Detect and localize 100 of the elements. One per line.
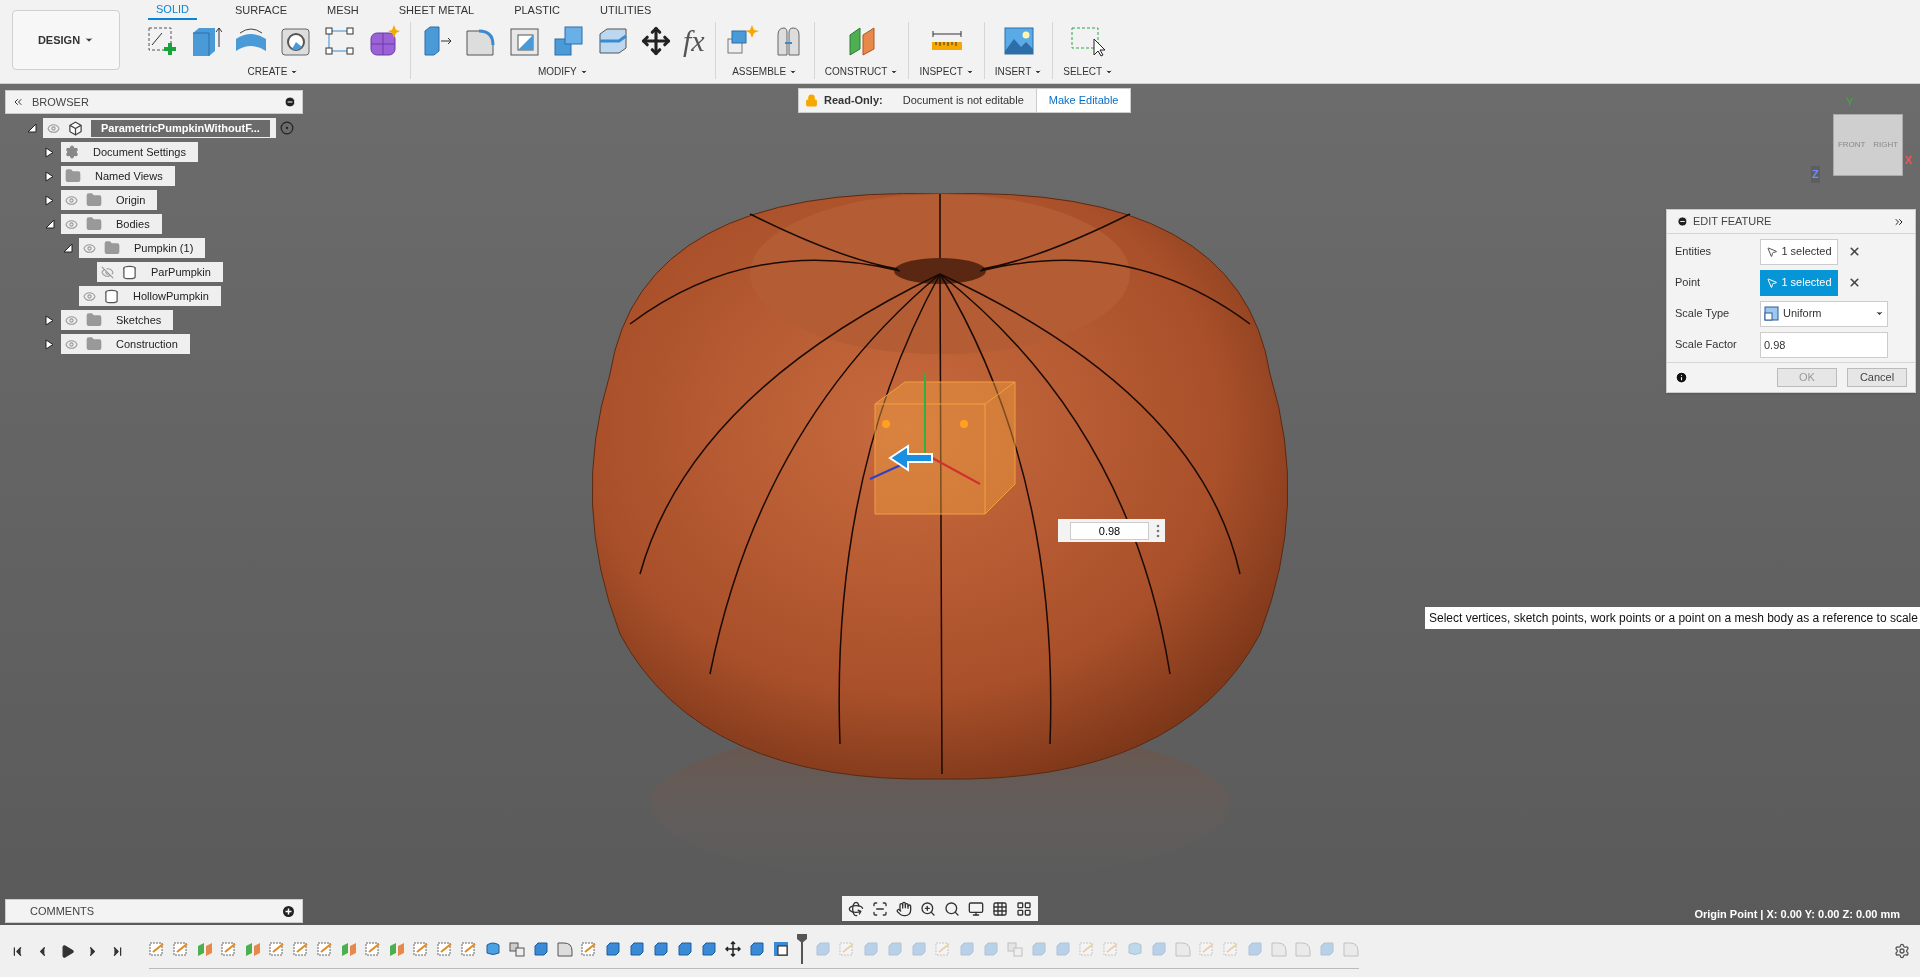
play-icon[interactable]: [60, 943, 75, 959]
eye-icon[interactable]: [65, 337, 78, 351]
info-icon[interactable]: [1675, 371, 1688, 384]
tool-group-menu[interactable]: MODIFY: [537, 64, 588, 79]
collapsed-arrow-icon[interactable]: [45, 170, 54, 182]
toolbar-tab[interactable]: UTILITIES: [598, 0, 654, 20]
tool-group-menu[interactable]: CREATE: [247, 64, 299, 79]
offset-face-icon[interactable]: [597, 25, 629, 57]
look-at-icon[interactable]: [872, 900, 888, 917]
plane-feature-icon[interactable]: [197, 940, 213, 957]
eye-icon[interactable]: [83, 241, 96, 255]
toolbar-tab[interactable]: MESH: [325, 0, 361, 20]
activate-radio-icon[interactable]: [279, 121, 294, 135]
tool-group-menu[interactable]: CONSTRUCT: [824, 64, 899, 79]
body-feature-icon[interactable]: [653, 940, 669, 957]
more-options-icon[interactable]: [1155, 523, 1161, 538]
orbit-icon[interactable]: [848, 900, 864, 917]
tree-item[interactable]: HollowPumpkin: [79, 286, 221, 306]
expanded-arrow-icon[interactable]: [63, 243, 73, 253]
parameters-icon[interactable]: fx: [683, 26, 705, 56]
collapse-icon[interactable]: [1677, 216, 1688, 227]
sketch-feature-icon[interactable]: [437, 940, 453, 957]
tree-item[interactable]: ParametricPumpkinWithoutF...: [43, 118, 276, 138]
collapsed-arrow-icon[interactable]: [45, 338, 54, 350]
tool-group-menu[interactable]: ASSEMBLE: [732, 64, 798, 79]
zoom-window-icon[interactable]: [944, 900, 960, 917]
make-editable-button[interactable]: Make Editable: [1035, 89, 1131, 112]
sketch-feature-icon[interactable]: [221, 940, 237, 957]
expanded-arrow-icon[interactable]: [45, 219, 55, 229]
scale-type-dropdown[interactable]: Uniform: [1760, 300, 1888, 327]
tree-item[interactable]: Named Views: [61, 166, 175, 186]
toolbar-tab[interactable]: PLASTIC: [512, 0, 562, 20]
eye-off-icon[interactable]: [101, 265, 114, 279]
eye-icon[interactable]: [65, 193, 78, 207]
manipulator-value-field[interactable]: 0.98: [1058, 519, 1165, 542]
eye-icon[interactable]: [47, 121, 60, 135]
eye-icon[interactable]: [65, 217, 78, 231]
body-feature-icon[interactable]: [605, 940, 621, 957]
sketch-feature-icon[interactable]: [461, 940, 477, 957]
move-feature-icon[interactable]: [725, 940, 741, 957]
press-pull-icon[interactable]: [421, 25, 453, 57]
create-sketch-icon[interactable]: [146, 25, 178, 57]
zoom-icon[interactable]: [920, 900, 936, 917]
minimize-icon[interactable]: [284, 96, 296, 108]
plane-feature-icon[interactable]: [389, 940, 405, 957]
sketch-feature-icon[interactable]: [413, 940, 429, 957]
pan-icon[interactable]: [896, 900, 912, 917]
body-feature-icon[interactable]: [533, 940, 549, 957]
eye-icon[interactable]: [65, 313, 78, 327]
tree-item[interactable]: Document Settings: [61, 142, 198, 162]
tree-item[interactable]: Construction: [61, 334, 190, 354]
combine-icon[interactable]: [553, 25, 585, 57]
tool-group-menu[interactable]: INSERT: [994, 64, 1043, 79]
scale-factor-input[interactable]: 0.98: [1760, 331, 1888, 358]
pattern-icon[interactable]: [324, 25, 356, 57]
sketch-feature-icon[interactable]: [149, 940, 165, 957]
workspace-button[interactable]: DESIGN: [12, 10, 120, 70]
expanded-arrow-icon[interactable]: [27, 123, 37, 133]
add-comment-icon[interactable]: [283, 905, 294, 917]
form-icon[interactable]: [368, 25, 400, 57]
body-feature-icon[interactable]: [629, 940, 645, 957]
collapsed-arrow-icon[interactable]: [45, 194, 54, 206]
extrude-icon[interactable]: [190, 25, 222, 57]
sketch-feature-icon[interactable]: [317, 940, 333, 957]
hole-icon[interactable]: [280, 25, 312, 57]
sketch-feature-icon[interactable]: [173, 940, 189, 957]
sketch-feature-icon[interactable]: [293, 940, 309, 957]
joint-feature-icon[interactable]: [509, 940, 525, 957]
move-icon[interactable]: [641, 26, 671, 56]
form-feature-icon[interactable]: [485, 940, 501, 957]
clear-icon[interactable]: [1848, 276, 1861, 289]
settings-icon[interactable]: [1894, 943, 1910, 959]
body-feature-icon[interactable]: [701, 940, 717, 957]
sketch-feature-icon[interactable]: [581, 940, 597, 957]
collapsed-arrow-icon[interactable]: [45, 314, 54, 326]
body-feature-icon[interactable]: [749, 940, 765, 957]
3d-viewport[interactable]: [0, 84, 1920, 925]
tree-item[interactable]: Bodies: [61, 214, 162, 234]
plane-feature-icon[interactable]: [341, 940, 357, 957]
display-settings-icon[interactable]: [968, 900, 984, 917]
shell-icon[interactable]: [509, 25, 541, 57]
eye-icon[interactable]: [83, 289, 96, 303]
dialog-button[interactable]: Cancel: [1847, 368, 1907, 387]
image-icon[interactable]: [1002, 25, 1035, 57]
fillet-feature-icon[interactable]: [557, 940, 573, 957]
new-component-icon[interactable]: [725, 25, 760, 57]
tree-item[interactable]: Sketches: [61, 310, 174, 330]
clear-icon[interactable]: [1848, 245, 1861, 258]
plane-feature-icon[interactable]: [245, 940, 261, 957]
collapsed-arrow-icon[interactable]: [45, 146, 54, 158]
timeline-marker[interactable]: [797, 933, 807, 964]
tree-item[interactable]: Origin: [61, 190, 158, 210]
viewports-icon[interactable]: [1016, 900, 1032, 917]
tree-item[interactable]: ParPumpkin: [97, 262, 223, 282]
toolbar-tab[interactable]: SOLID: [148, 0, 197, 20]
scale-feature-icon[interactable]: [773, 940, 789, 957]
tool-group-menu[interactable]: SELECT: [1063, 64, 1114, 79]
tree-item[interactable]: Pumpkin (1): [79, 238, 206, 258]
grid-icon[interactable]: [992, 900, 1008, 917]
toolbar-tab[interactable]: SURFACE: [233, 0, 289, 20]
